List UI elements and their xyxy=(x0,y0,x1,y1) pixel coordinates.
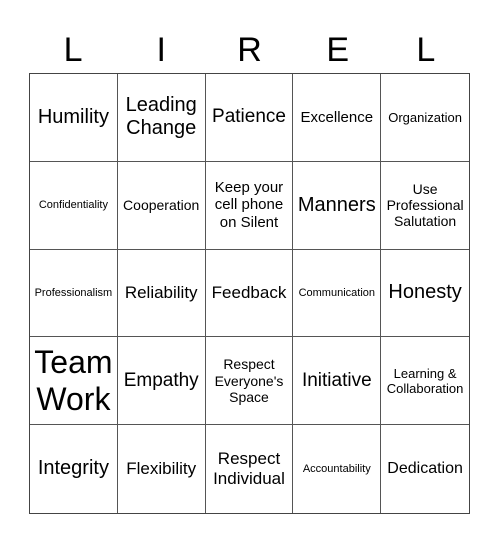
bingo-cell[interactable]: Humility xyxy=(30,74,118,162)
bingo-cell[interactable]: Learning & Collaboration xyxy=(381,337,469,426)
bingo-cell[interactable]: Leading Change xyxy=(117,74,206,162)
bingo-cell[interactable]: Manners xyxy=(293,161,382,250)
bingo-header: L I R E L xyxy=(29,28,470,72)
bingo-cell[interactable]: Honesty xyxy=(381,250,469,338)
bingo-cell[interactable]: Use Professional Salutation xyxy=(381,162,469,250)
bingo-grid: Humility Leading Change Patience Excelle… xyxy=(29,73,470,514)
bingo-cell[interactable]: Respect Everyone's Space xyxy=(205,337,294,426)
header-letter: E xyxy=(326,31,349,69)
bingo-cell[interactable]: Feedback xyxy=(205,249,294,338)
bingo-cell[interactable]: Organization xyxy=(381,74,469,162)
header-letter: R xyxy=(237,31,262,69)
bingo-cell[interactable]: Patience xyxy=(205,74,294,162)
bingo-cell[interactable]: Excellence xyxy=(293,74,382,162)
header-letter: L xyxy=(63,31,83,69)
bingo-cell[interactable]: Reliability xyxy=(117,249,206,338)
bingo-cell[interactable]: Dedication xyxy=(381,425,469,513)
bingo-cell[interactable]: Professionalism xyxy=(30,249,118,338)
bingo-cell[interactable]: Keep your cell phone on Silent xyxy=(205,161,294,250)
bingo-cell[interactable]: Cooperation xyxy=(117,161,206,250)
bingo-cell[interactable]: Integrity xyxy=(30,425,118,513)
bingo-cell[interactable]: Respect Individual xyxy=(206,425,294,513)
bingo-cell[interactable]: Communication xyxy=(293,249,382,338)
bingo-cell[interactable]: Flexibility xyxy=(118,425,206,513)
bingo-cell[interactable]: Initiative xyxy=(293,337,382,426)
bingo-cell[interactable]: Team Work xyxy=(30,337,118,426)
bingo-cell[interactable]: Confidentiality xyxy=(30,161,118,250)
header-letter: L xyxy=(416,31,436,69)
bingo-cell[interactable]: Accountability xyxy=(293,425,382,513)
header-letter: I xyxy=(156,31,166,69)
bingo-cell[interactable]: Empathy xyxy=(117,337,206,426)
